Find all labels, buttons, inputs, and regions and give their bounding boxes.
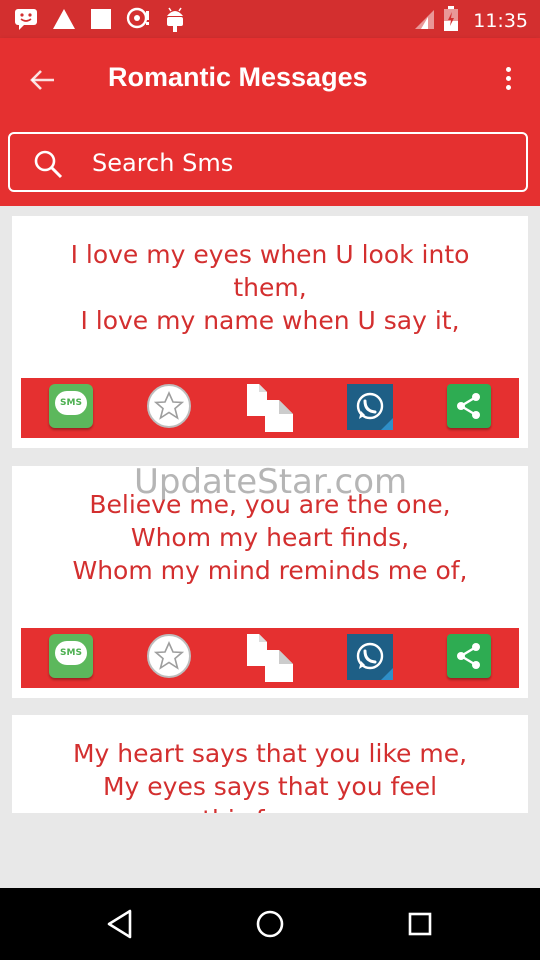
- whatsapp-button[interactable]: [347, 384, 395, 432]
- copy-button[interactable]: [247, 384, 295, 432]
- square-icon: [90, 8, 112, 34]
- favorite-button[interactable]: [147, 634, 195, 682]
- status-bar: 11:35: [0, 0, 540, 38]
- share-button[interactable]: [447, 634, 495, 682]
- nav-home-button[interactable]: [252, 906, 288, 942]
- star-icon: [147, 384, 191, 428]
- send-sms-button[interactable]: SMS: [49, 634, 97, 682]
- favorite-button[interactable]: [147, 384, 195, 432]
- android-icon: [164, 6, 186, 36]
- send-sms-button[interactable]: SMS: [49, 384, 97, 432]
- status-right-icons: 11:35: [413, 6, 528, 36]
- sms-label: SMS: [55, 391, 87, 415]
- battery-icon: [443, 6, 459, 36]
- copy-icon: [247, 384, 293, 432]
- action-bar: SMS: [21, 628, 519, 688]
- star-icon: [147, 634, 191, 678]
- message-text[interactable]: I love my eyes when U look into them, I …: [32, 238, 508, 337]
- message-card: I love my eyes when U look into them, I …: [12, 216, 528, 448]
- search-bar-container: [0, 122, 540, 206]
- copy-icon: [247, 634, 293, 682]
- whatsapp-icon: [347, 384, 393, 430]
- location-icon: [126, 7, 150, 35]
- share-icon: [447, 634, 491, 678]
- circle-home-icon: [256, 910, 284, 938]
- sms-icon: SMS: [49, 634, 93, 678]
- message-card: My heart says that you like me, My eyes …: [12, 715, 528, 813]
- more-options-button[interactable]: [498, 64, 518, 96]
- navigation-bar: [0, 888, 540, 960]
- sms-icon: SMS: [49, 384, 93, 428]
- sms-label: SMS: [55, 641, 87, 665]
- square-recents-icon: [408, 912, 432, 936]
- triangle-back-icon: [107, 909, 132, 939]
- nav-recents-button[interactable]: [402, 906, 438, 942]
- status-left-icons: [14, 6, 186, 36]
- signal-icon: [413, 8, 435, 34]
- search-box[interactable]: [8, 132, 528, 192]
- whatsapp-icon: [347, 634, 393, 680]
- back-button[interactable]: [22, 60, 62, 100]
- nav-back-button[interactable]: [102, 906, 138, 942]
- arrow-back-icon: [30, 70, 54, 90]
- app-bar: Romantic Messages: [0, 38, 540, 122]
- emoji-notification-icon: [14, 8, 38, 34]
- message-card: Believe me, you are the one, Whom my hea…: [12, 466, 528, 698]
- page-title: Romantic Messages: [108, 62, 368, 92]
- share-icon: [447, 384, 491, 428]
- search-input[interactable]: [90, 142, 514, 184]
- whatsapp-button[interactable]: [347, 634, 395, 682]
- search-icon: [34, 150, 63, 179]
- status-time: 11:35: [473, 10, 528, 32]
- more-vert-icon: [498, 67, 518, 90]
- copy-button[interactable]: [247, 634, 295, 682]
- warning-icon: [52, 8, 76, 34]
- message-text[interactable]: My heart says that you like me, My eyes …: [32, 737, 508, 813]
- share-button[interactable]: [447, 384, 495, 432]
- message-text[interactable]: Believe me, you are the one, Whom my hea…: [32, 488, 508, 587]
- action-bar: SMS: [21, 378, 519, 438]
